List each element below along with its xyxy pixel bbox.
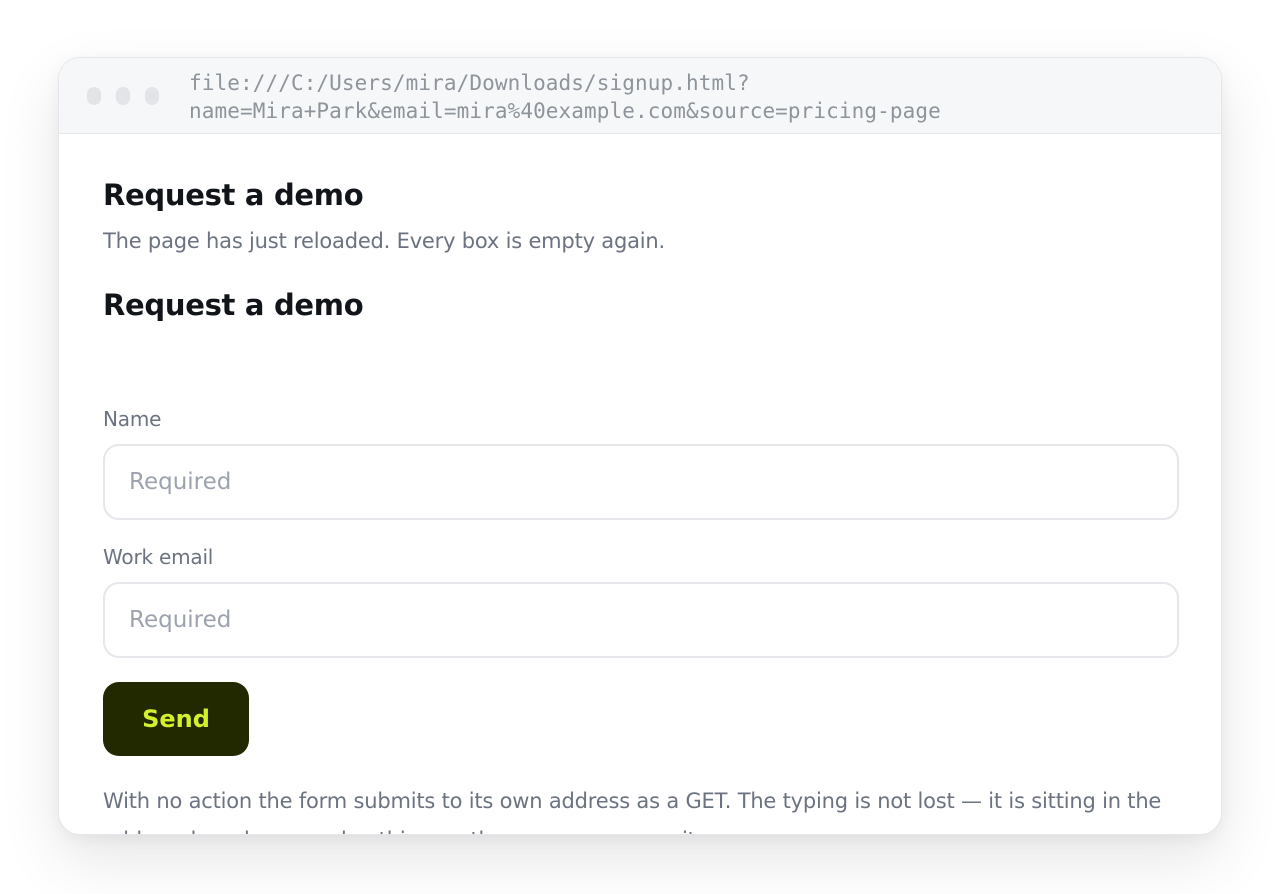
form-title: Request a demo <box>103 288 364 322</box>
browser-window: file:///C:/Users/mira/Downloads/signup.h… <box>58 57 1222 835</box>
name-input[interactable] <box>103 444 1179 520</box>
page-title: Request a demo <box>103 178 364 212</box>
email-label: Work email <box>103 545 214 569</box>
reload-note: The page has just reloaded. Every box is… <box>103 229 665 253</box>
send-button[interactable]: Send <box>103 682 249 756</box>
address-line-2: name=Mira+Park&email=mira%40example.com&… <box>189 99 941 123</box>
footnote: With no action the form submits to its o… <box>103 789 1162 834</box>
address-bar[interactable]: file:///C:/Users/mira/Downloads/signup.h… <box>189 69 1189 125</box>
window-control-dot[interactable] <box>116 87 130 105</box>
window-control-dot[interactable] <box>145 87 159 105</box>
name-label: Name <box>103 407 162 431</box>
browser-titlebar: file:///C:/Users/mira/Downloads/signup.h… <box>59 58 1221 134</box>
window-control-dot[interactable] <box>87 87 101 105</box>
work-email-input[interactable] <box>103 582 1179 658</box>
address-line-1: file:///C:/Users/mira/Downloads/signup.h… <box>189 71 750 95</box>
